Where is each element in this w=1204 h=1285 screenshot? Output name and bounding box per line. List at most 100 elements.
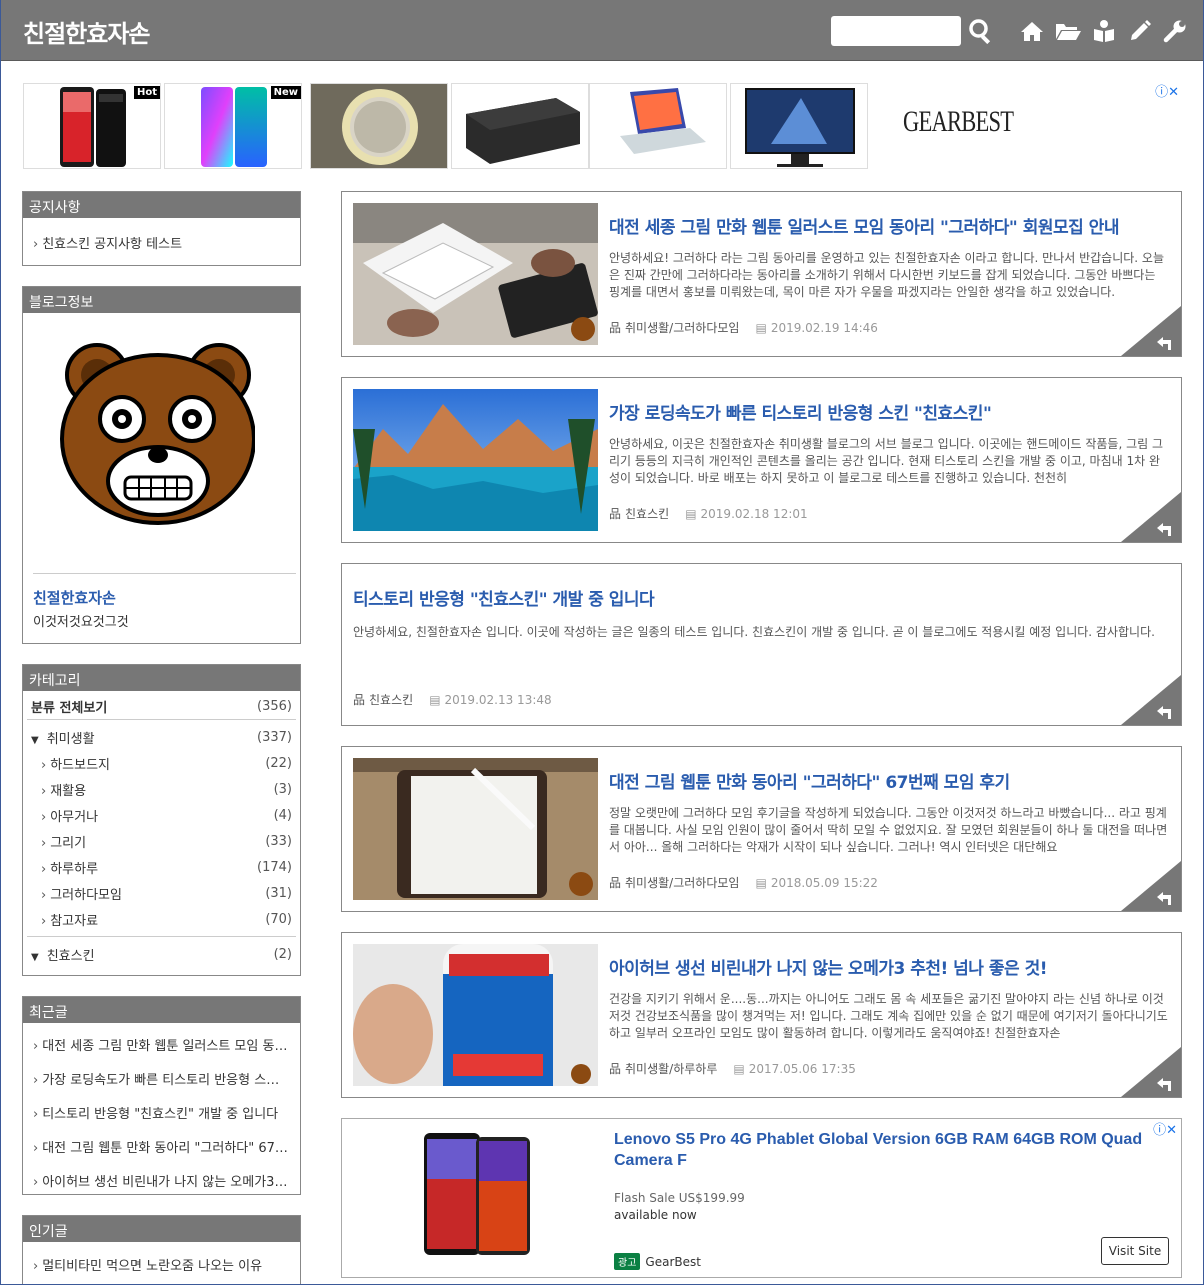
- calendar-icon: ▤: [429, 692, 441, 707]
- category-icon: 品: [609, 1062, 622, 1076]
- ad-product-tvbox[interactable]: [451, 83, 589, 169]
- category-title: 카테고리: [23, 665, 300, 691]
- blog-title[interactable]: 친절한효자손: [23, 14, 150, 49]
- ad-label: 광고 GearBest: [614, 1253, 701, 1270]
- reply-icon[interactable]: [1121, 861, 1181, 911]
- recent-post-item[interactable]: › 티스토리 반응형 "친효스킨" 개발 중 입니다: [23, 1097, 300, 1131]
- category-group-hobby[interactable]: ▼ 취미생활 (337): [23, 724, 300, 750]
- ad-product-lamp[interactable]: [310, 83, 448, 169]
- notice-title: 공지사항: [23, 192, 300, 218]
- chevron-right-icon: ›: [33, 237, 39, 252]
- ad-product-laptop[interactable]: [589, 83, 727, 169]
- blog-description: 이것저것요것그것: [33, 615, 129, 630]
- ad-product-phone-gradient[interactable]: New: [164, 83, 302, 169]
- bottom-ad[interactable]: Lenovo S5 Pro 4G Phablet Global Version …: [341, 1118, 1182, 1278]
- post-title[interactable]: 티스토리 반응형 "친효스킨" 개발 중 입니다: [353, 585, 1163, 610]
- category-item[interactable]: › 그리기 (33): [23, 828, 300, 854]
- write-icon[interactable]: [1125, 16, 1155, 46]
- post-excerpt: 안녕하세요, 친절한효자손 입니다. 이곳에 작성하는 글은 일종의 테스트 입…: [353, 625, 1155, 639]
- post-title[interactable]: 대전 그림 웹툰 만화 동아리 "그러하다" 67번째 모임 후기: [609, 768, 1169, 793]
- search-icon[interactable]: [966, 16, 996, 46]
- post-thumbnail[interactable]: [353, 203, 598, 345]
- post-meta: 品 취미생활/하루하루 ▤ 2017.05.06 17:35: [609, 1061, 856, 1077]
- post-thumbnail[interactable]: [353, 758, 598, 900]
- divider: [33, 573, 296, 574]
- post-card[interactable]: 아이허브 생선 비린내가 나지 않는 오메가3 추천! 넘나 좋은 것! 건강을…: [341, 932, 1182, 1098]
- category-item[interactable]: › 그러하다모임 (31): [23, 880, 300, 906]
- post-card[interactable]: 가장 로딩속도가 빠른 티스토리 반응형 스킨 "친효스킨" 안녕하세요, 이곳…: [341, 377, 1182, 543]
- ad-product-image[interactable]: [422, 1131, 532, 1257]
- post-meta: 品 취미생활/그러하다모임 ▤ 2019.02.19 14:46: [609, 320, 878, 336]
- post-card[interactable]: 대전 그림 웹툰 만화 동아리 "그러하다" 67번째 모임 후기 정말 오랫만…: [341, 746, 1182, 912]
- chevron-right-icon: ›: [33, 1073, 39, 1088]
- chevron-right-icon: ›: [41, 809, 47, 825]
- ad-title[interactable]: Lenovo S5 Pro 4G Phablet Global Version …: [614, 1129, 1154, 1171]
- reply-icon[interactable]: [1121, 492, 1181, 542]
- chevron-right-icon: ›: [33, 1175, 39, 1190]
- recent-post-item[interactable]: ›대전 그림 웹툰 만화 동아리 "그러하다" 67번째 모임 후기: [23, 1131, 300, 1165]
- post-card[interactable]: 대전 세종 그림 만화 웹툰 일러스트 모임 동아리 "그러하다" 회원모집 안…: [341, 191, 1182, 357]
- adchoices-icon[interactable]: ⓘ✕: [1155, 81, 1179, 100]
- post-excerpt: 건강을 지키기 위해서 운....동...까지는 아니어도 그래도 몸 속 세포…: [609, 992, 1168, 1040]
- calendar-icon: ▤: [685, 506, 697, 521]
- category-item[interactable]: › 하드보드지 (22): [23, 750, 300, 776]
- reply-icon[interactable]: [1121, 1047, 1181, 1097]
- settings-icon[interactable]: [1160, 16, 1190, 46]
- guestbook-icon[interactable]: [1089, 16, 1119, 46]
- popular-item[interactable]: › 멀티비타민 먹으면 노란오줌 나오는 이유: [23, 1248, 300, 1281]
- category-group-skin[interactable]: ▼ 친효스킨 (2): [23, 941, 300, 967]
- ad-advertiser[interactable]: GearBest: [645, 1255, 701, 1269]
- post-excerpt: 안녕하세요, 이곳은 친절한효자손 취미생활 블로그의 서브 블로그 입니다. …: [609, 437, 1164, 485]
- recent-post-item[interactable]: ›대전 세종 그림 만화 웹툰 일러스트 모임 동아리 "그러하다" 회원모집 …: [23, 1029, 300, 1063]
- reply-icon[interactable]: [1121, 675, 1181, 725]
- folder-icon[interactable]: [1053, 16, 1083, 46]
- search-input[interactable]: [831, 16, 961, 46]
- adchoices-icon[interactable]: ⓘ✕: [1153, 1119, 1177, 1138]
- blog-info-title: 블로그정보: [23, 287, 300, 313]
- chevron-right-icon: ›: [33, 1141, 39, 1156]
- gearbest-logo[interactable]: GEARBEST: [903, 105, 1014, 139]
- category-item[interactable]: › 하루하루 (174): [23, 854, 300, 880]
- category-icon: 品: [609, 876, 622, 890]
- chevron-right-icon: ›: [33, 1039, 39, 1054]
- chevron-right-icon: ›: [41, 757, 47, 773]
- category-widget: 카테고리 분류 전체보기 (356) ▼ 취미생활 (337) › 하드보드지 (22…: [22, 664, 301, 976]
- blog-avatar[interactable]: [59, 331, 256, 531]
- post-title[interactable]: 아이허브 생선 비린내가 나지 않는 오메가3 추천! 넘나 좋은 것!: [609, 954, 1169, 979]
- chevron-right-icon: ›: [41, 861, 47, 877]
- reply-icon[interactable]: [1121, 306, 1181, 356]
- chevron-right-icon: ›: [41, 835, 47, 851]
- chevron-right-icon: ›: [33, 1107, 39, 1122]
- hot-badge: Hot: [133, 86, 160, 99]
- category-item[interactable]: › 재활용 (3): [23, 776, 300, 802]
- post-title[interactable]: 가장 로딩속도가 빠른 티스토리 반응형 스킨 "친효스킨": [609, 399, 1169, 424]
- chevron-right-icon: ›: [33, 1259, 39, 1274]
- post-card[interactable]: 티스토리 반응형 "친효스킨" 개발 중 입니다 안녕하세요, 친절한효자손 입…: [341, 563, 1182, 726]
- post-thumbnail[interactable]: [353, 944, 598, 1086]
- post-thumbnail[interactable]: [353, 389, 598, 531]
- recent-post-item[interactable]: ›가장 로딩속도가 빠른 티스토리 반응형 스킨 "친효스킨": [23, 1063, 300, 1097]
- visit-site-button[interactable]: Visit Site: [1101, 1237, 1169, 1265]
- caret-down-icon: ▼: [31, 734, 39, 746]
- top-ad-banner[interactable]: Hot New GEARBEST ⓘ✕: [23, 81, 1183, 169]
- category-all[interactable]: 분류 전체보기 (356): [27, 694, 296, 720]
- recent-post-item[interactable]: ›아이허브 생선 비린내가 나지 않는 오메가3 추천! 넘나 좋은 것!: [23, 1165, 300, 1199]
- ad-badge: 광고: [614, 1253, 641, 1270]
- popular-title: 인기글: [23, 1216, 300, 1242]
- site-header: 친절한효자손: [1, 0, 1203, 61]
- post-excerpt: 정말 오랫만에 그러하다 모임 후기글을 작성하게 되었습니다. 그동안 이것저…: [609, 806, 1168, 854]
- blog-name[interactable]: 친절한효자손: [33, 587, 116, 608]
- category-item[interactable]: › 참고자료 (70): [23, 906, 300, 932]
- calendar-icon: ▤: [755, 320, 767, 335]
- notice-item[interactable]: › 친효스킨 공지사항 테스트: [23, 226, 300, 259]
- post-title[interactable]: 대전 세종 그림 만화 웹툰 일러스트 모임 동아리 "그러하다" 회원모집 안…: [609, 213, 1169, 238]
- notice-widget: 공지사항 › 친효스킨 공지사항 테스트: [22, 191, 301, 266]
- ad-product-phone-black[interactable]: Hot: [23, 83, 161, 169]
- chevron-right-icon: ›: [41, 913, 47, 929]
- blog-info-widget: 블로그정보 친절한효자손 이것저것요것그것: [22, 286, 301, 644]
- home-icon[interactable]: [1017, 16, 1047, 46]
- recent-title: 최근글: [23, 997, 300, 1023]
- ad-product-monitor[interactable]: [730, 83, 868, 169]
- category-item[interactable]: › 아무거나 (4): [23, 802, 300, 828]
- calendar-icon: ▤: [733, 1061, 745, 1076]
